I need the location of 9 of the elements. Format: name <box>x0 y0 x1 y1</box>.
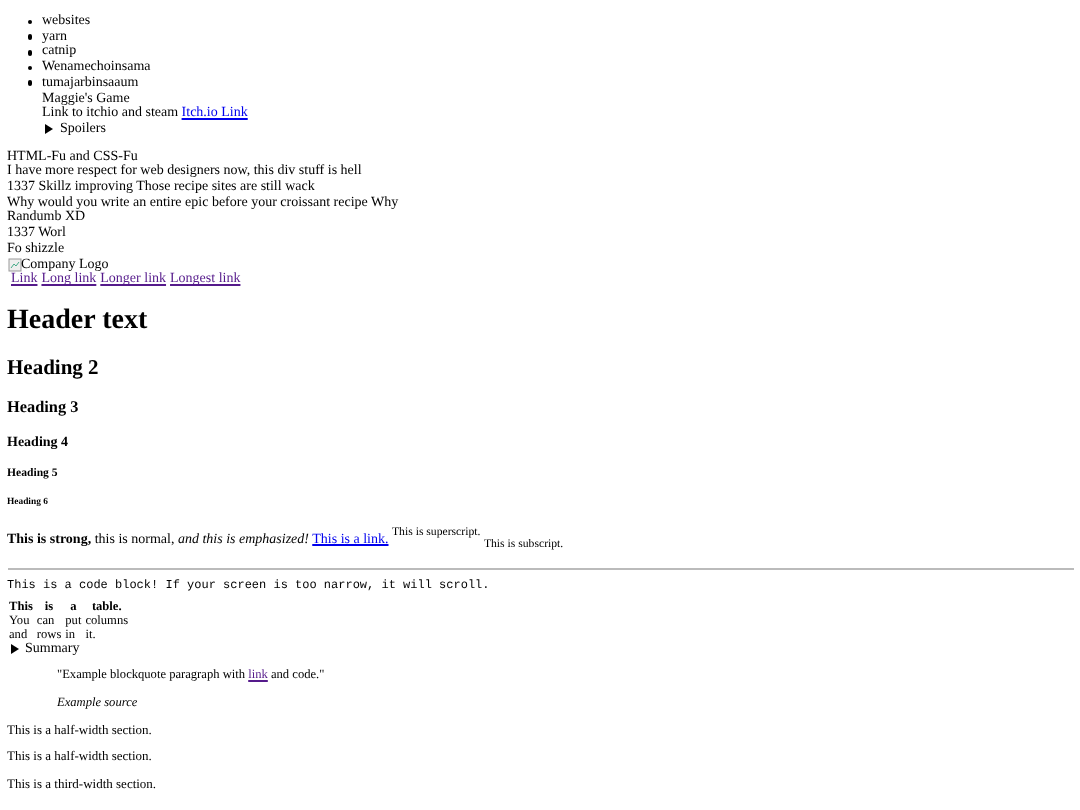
bullet-icon <box>27 50 32 55</box>
bullet-icon <box>27 80 32 86</box>
bullet-icon <box>27 19 32 25</box>
heading: Heading 3 <box>7 398 81 418</box>
bullet-icon <box>27 34 32 40</box>
heading: Header text <box>7 306 150 339</box>
broken-image-icon <box>7 257 21 272</box>
heading: Heading 2 <box>7 357 101 382</box>
bullet-icon <box>27 65 32 71</box>
